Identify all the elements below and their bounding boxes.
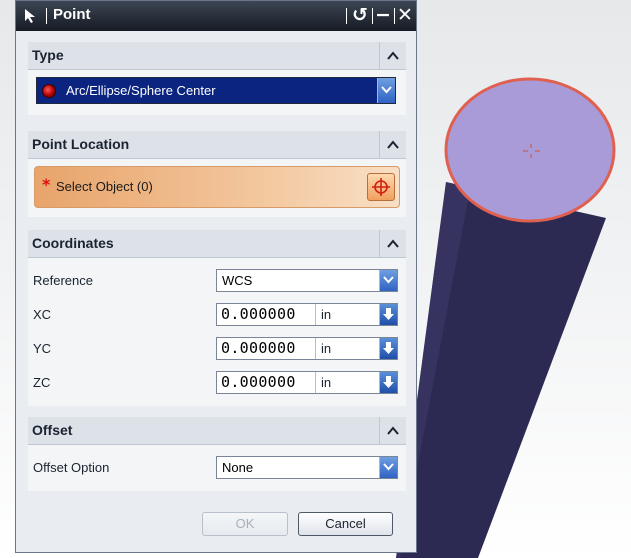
point-location-body: * Select Object (0): [28, 159, 406, 217]
arrow-down-icon: [383, 308, 394, 320]
collapse-button[interactable]: [379, 131, 406, 158]
reset-button[interactable]: ↺: [350, 4, 370, 26]
collapse-button[interactable]: [379, 417, 406, 444]
yc-unit: in: [321, 341, 332, 356]
type-dropdown-button[interactable]: [377, 78, 395, 103]
cylinder-top-face[interactable]: [444, 77, 616, 223]
xc-label: XC: [33, 307, 52, 322]
xc-unit: in: [321, 307, 332, 322]
offset-header[interactable]: Offset: [28, 417, 406, 445]
collapse-button[interactable]: [379, 230, 406, 257]
chevron-down-icon: [383, 463, 394, 471]
coordinates-body: Reference WCS XC 0.000000 in YC 0.000000: [28, 258, 406, 406]
section-title: Point Location: [32, 136, 130, 152]
coordinates-header[interactable]: Coordinates: [28, 230, 406, 258]
reference-value: WCS: [222, 273, 253, 288]
zc-options-button[interactable]: [379, 372, 397, 393]
type-select[interactable]: Arc/Ellipse/Sphere Center: [36, 77, 396, 104]
chevron-up-icon: [387, 51, 399, 60]
yc-value: 0.000000: [221, 339, 296, 357]
section-title: Type: [32, 47, 64, 63]
zc-label: ZC: [33, 375, 51, 390]
chevron-up-icon: [387, 140, 399, 149]
point-constructor-button[interactable]: [367, 173, 395, 201]
select-object-label: Select Object (0): [56, 179, 153, 194]
yc-label: YC: [33, 341, 52, 356]
point-dialog: Point ↺ − ✕ Type Arc/Ellipse/Sphere Cent…: [15, 0, 417, 553]
reference-select[interactable]: WCS: [216, 269, 398, 292]
title-bar[interactable]: Point ↺ − ✕: [16, 1, 416, 31]
offset-option-value: None: [222, 460, 254, 475]
title-separator: [346, 8, 347, 24]
type-section-body: Arc/Ellipse/Sphere Center: [28, 70, 406, 115]
offset-option-select[interactable]: None: [216, 456, 398, 479]
yc-input[interactable]: 0.000000: [217, 338, 315, 359]
type-section-header[interactable]: Type: [28, 42, 406, 70]
arrow-down-icon: [383, 342, 394, 354]
title-separator: [46, 8, 47, 24]
zc-unit: in: [321, 375, 332, 390]
close-button[interactable]: ✕: [395, 4, 415, 26]
type-section: Type Arc/Ellipse/Sphere Center: [28, 42, 406, 115]
xc-field[interactable]: 0.000000 in: [216, 303, 398, 326]
offset-section: Offset Offset Option None: [28, 417, 406, 491]
field-divider: [315, 372, 316, 393]
zc-value: 0.000000: [221, 373, 296, 391]
cancel-button[interactable]: Cancel: [298, 512, 393, 536]
xc-input[interactable]: 0.000000: [217, 304, 315, 325]
offset-dropdown-button[interactable]: [379, 457, 397, 478]
arc-center-icon: [42, 84, 56, 98]
coordinates-section: Coordinates Reference WCS XC 0.000000 in: [28, 230, 406, 406]
section-title: Coordinates: [32, 235, 114, 251]
required-mark: *: [42, 175, 51, 194]
offset-body: Offset Option None: [28, 445, 406, 491]
xc-value: 0.000000: [221, 305, 296, 323]
point-location-section: Point Location * Select Object (0): [28, 131, 406, 217]
field-divider: [315, 338, 316, 359]
reference-dropdown-button[interactable]: [379, 270, 397, 291]
crosshair-icon: [372, 178, 390, 196]
offset-option-label: Offset Option: [33, 460, 110, 475]
yc-field[interactable]: 0.000000 in: [216, 337, 398, 360]
zc-field[interactable]: 0.000000 in: [216, 371, 398, 394]
chevron-down-icon: [381, 86, 392, 94]
chevron-down-icon: [383, 276, 394, 284]
select-object-field[interactable]: * Select Object (0): [34, 166, 400, 208]
arrow-down-icon: [383, 376, 394, 388]
type-select-value: Arc/Ellipse/Sphere Center: [66, 83, 216, 98]
point-location-header[interactable]: Point Location: [28, 131, 406, 159]
field-divider: [315, 304, 316, 325]
dialog-title: Point: [53, 6, 91, 23]
collapse-button[interactable]: [379, 42, 406, 69]
section-title: Offset: [32, 422, 73, 438]
ok-button[interactable]: OK: [202, 512, 288, 536]
xc-options-button[interactable]: [379, 304, 397, 325]
yc-options-button[interactable]: [379, 338, 397, 359]
reference-label: Reference: [33, 273, 93, 288]
select-arrow-icon: [25, 9, 35, 23]
zc-input[interactable]: 0.000000: [217, 372, 315, 393]
chevron-up-icon: [387, 239, 399, 248]
minimize-button[interactable]: −: [373, 4, 393, 26]
chevron-up-icon: [387, 426, 399, 435]
